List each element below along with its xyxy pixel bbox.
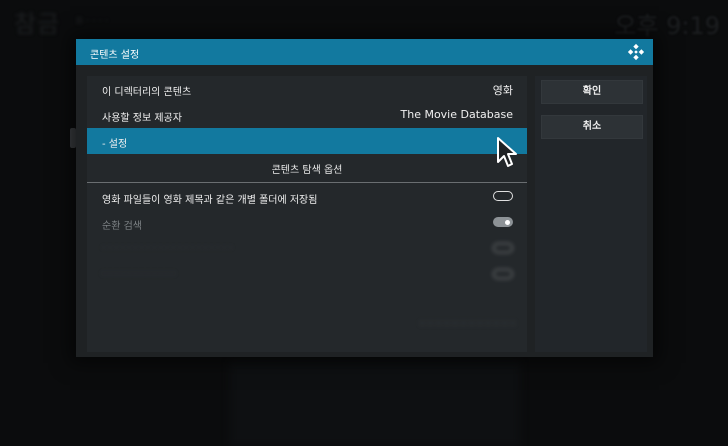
- toggle-switch[interactable]: [493, 269, 513, 279]
- settings-list: 이 디렉터리의 콘텐츠 영화 사용할 정보 제공자 The Movie Data…: [87, 76, 527, 352]
- dialog-title: 콘텐츠 설정: [90, 50, 140, 61]
- setting-row-blurred-1[interactable]: · · · · · · · · · · · · · · · · · · · · …: [87, 236, 527, 262]
- setting-value: The Movie Database: [400, 108, 514, 121]
- button-panel: 확인 취소: [535, 76, 647, 352]
- mouse-cursor-icon: [497, 137, 517, 167]
- section-header-scan-options: 콘텐츠 탐색 옵션: [87, 154, 527, 180]
- setting-label: 순환 검색: [102, 221, 142, 232]
- clock: 오후 9:19: [614, 12, 720, 40]
- toggle-knob: [505, 219, 510, 225]
- toggle-knob: [496, 246, 501, 251]
- setting-label: · · · · · · · · · · · ·: [102, 269, 176, 280]
- toggle-knob: [496, 272, 501, 277]
- setting-label: 이 디렉터리의 콘텐츠: [102, 87, 192, 98]
- toggle-knob: [496, 194, 501, 199]
- setting-row-separate-folders[interactable]: 영화 파일들이 영화 제목과 같은 개별 폴더에 저장됨: [87, 184, 527, 210]
- setting-value: 영화: [492, 84, 513, 97]
- section-divider: [87, 182, 527, 183]
- section-label: 콘텐츠 탐색 옵션: [271, 165, 343, 176]
- setting-row-recursive-scan[interactable]: 순환 검색: [87, 210, 527, 236]
- background-bottom-panel: [230, 362, 520, 446]
- setting-row-info-provider[interactable]: 사용할 정보 제공자 The Movie Database: [87, 102, 527, 128]
- background-subtitle: B · · · ·: [76, 16, 109, 27]
- toggle-switch[interactable]: [493, 217, 513, 227]
- toggle-switch[interactable]: [493, 243, 513, 253]
- setting-label: - 설정: [102, 139, 128, 150]
- setting-row-blurred-2[interactable]: · · · · · · · · · · · ·: [87, 262, 527, 288]
- setting-row-settings[interactable]: - 설정: [87, 128, 527, 154]
- toggle-switch[interactable]: [493, 191, 513, 201]
- setting-label: · · · · · · · · · · · · · · · · · · · · …: [102, 243, 233, 254]
- ok-button[interactable]: 확인: [541, 80, 643, 104]
- background-title: 참금: [14, 10, 61, 38]
- content-settings-dialog: 콘텐츠 설정 이 디렉터리의 콘텐츠 영화 사용할 정보 제공자 The Mov…: [76, 39, 653, 357]
- setting-row-content-type[interactable]: 이 디렉터리의 콘텐츠 영화: [87, 76, 527, 102]
- kodi-icon: [627, 43, 645, 61]
- cancel-button[interactable]: 취소: [541, 115, 643, 139]
- setting-label: 영화 파일들이 영화 제목과 같은 개별 폴더에 저장됨: [102, 195, 318, 206]
- dialog-header: 콘텐츠 설정: [76, 39, 653, 65]
- setting-label: 사용할 정보 제공자: [102, 113, 182, 124]
- blurred-overlay-text: · · · · · · · · · · · ·: [420, 317, 516, 332]
